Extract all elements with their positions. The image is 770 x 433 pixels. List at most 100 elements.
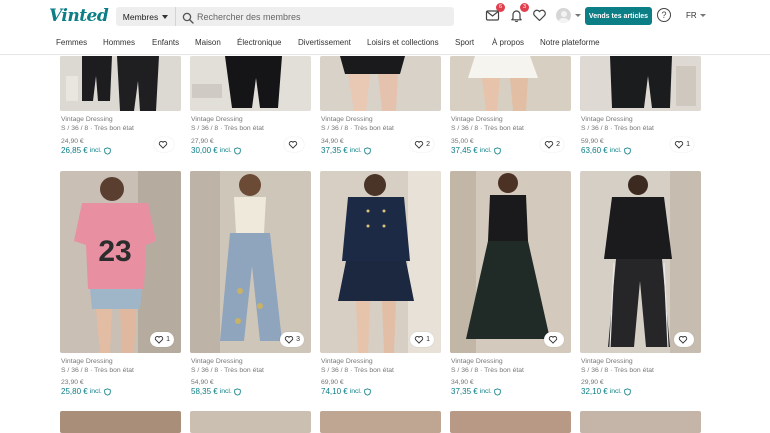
seller-name[interactable]: Vintage Dressing <box>581 116 633 123</box>
item-photo[interactable] <box>60 56 181 111</box>
item-card[interactable] <box>580 411 701 433</box>
total-value: 37,35 € <box>451 387 478 396</box>
item-card[interactable] <box>450 411 571 433</box>
heart-icon <box>154 335 164 344</box>
favorite-button[interactable]: 1 <box>670 137 694 152</box>
item-card[interactable]: 1 Vintage Dressing S / 36 / 8 · Très bon… <box>320 171 441 401</box>
favorite-count: 1 <box>166 336 170 343</box>
help-icon[interactable]: ? <box>657 8 671 22</box>
seller-name[interactable]: Vintage Dressing <box>61 358 113 365</box>
item-photo[interactable] <box>580 411 701 433</box>
avatar-chevron-down-icon[interactable] <box>575 14 581 17</box>
item-photo[interactable] <box>580 56 701 111</box>
total-value: 25,80 € <box>61 387 88 396</box>
seller-name[interactable]: Vintage Dressing <box>321 358 373 365</box>
incl-label: incl. <box>349 147 362 154</box>
nav-item-notre-plateforme[interactable]: Notre plateforme <box>540 38 600 47</box>
item-card[interactable]: 23 1 Vintage Dressing S / 36 / 8 · Très … <box>60 171 181 401</box>
item-card[interactable] <box>320 411 441 433</box>
shield-icon <box>104 146 111 155</box>
heart-icon <box>678 335 688 344</box>
item-photo[interactable] <box>60 411 181 433</box>
item-card[interactable]: Vintage Dressing S / 36 / 8 · Très bon é… <box>190 56 311 158</box>
item-details: S / 36 / 8 · Très bon état <box>581 125 654 132</box>
item-card[interactable]: 2 Vintage Dressing S / 36 / 8 · Très bon… <box>320 56 441 158</box>
search-input[interactable] <box>197 11 437 22</box>
item-photo[interactable] <box>190 171 311 353</box>
item-card[interactable]: 1 Vintage Dressing S / 36 / 8 · Très bon… <box>580 56 701 158</box>
item-price: 34,90 € <box>321 138 344 145</box>
nav-item-electronique[interactable]: Électronique <box>237 38 281 47</box>
favorite-button[interactable] <box>284 137 304 152</box>
incl-label: incl. <box>219 147 232 154</box>
seller-name[interactable]: Vintage Dressing <box>581 358 633 365</box>
item-card[interactable]: Vintage Dressing S / 36 / 8 · Très bon é… <box>580 171 701 401</box>
nav-item-divertissement[interactable]: Divertissement <box>298 38 351 47</box>
seller-name[interactable]: Vintage Dressing <box>321 116 373 123</box>
nav-item-loisirs-et-collections[interactable]: Loisirs et collections <box>367 38 439 47</box>
item-total-price: 37,35 € incl. <box>451 387 501 396</box>
item-price: 34,90 € <box>451 379 474 386</box>
item-photo[interactable] <box>450 171 571 353</box>
user-avatar[interactable] <box>556 8 571 23</box>
item-card[interactable]: 2 Vintage Dressing S / 36 / 8 · Très bon… <box>450 56 571 158</box>
item-card[interactable]: Vintage Dressing S / 36 / 8 · Très bon é… <box>450 171 571 401</box>
item-photo[interactable] <box>450 411 571 433</box>
total-value: 37,35 € <box>321 146 348 155</box>
shield-icon <box>624 146 631 155</box>
item-photo[interactable] <box>320 56 441 111</box>
favorite-count: 2 <box>426 141 430 148</box>
seller-name[interactable]: Vintage Dressing <box>191 358 243 365</box>
nav-item-enfants[interactable]: Enfants <box>152 38 179 47</box>
total-value: 32,10 € <box>581 387 608 396</box>
language-selector[interactable]: FR <box>686 11 706 20</box>
seller-name[interactable]: Vintage Dressing <box>451 358 503 365</box>
incl-label: incl. <box>609 388 622 395</box>
nav-item-a-propos[interactable]: À propos <box>492 38 524 47</box>
item-total-price: 25,80 € incl. <box>61 387 111 396</box>
heart-icon <box>414 140 424 149</box>
favorites-button[interactable] <box>532 8 547 23</box>
favorite-button[interactable]: 3 <box>280 332 304 347</box>
favorite-button[interactable]: 1 <box>150 332 174 347</box>
item-photo[interactable] <box>580 171 701 353</box>
inbox-button[interactable]: 6 <box>485 3 505 23</box>
seller-name[interactable]: Vintage Dressing <box>61 116 113 123</box>
item-card[interactable]: 3 Vintage Dressing S / 36 / 8 · Très bon… <box>190 171 311 401</box>
favorite-button[interactable]: 2 <box>410 137 434 152</box>
item-details: S / 36 / 8 · Très bon état <box>451 125 524 132</box>
heart-icon <box>674 140 684 149</box>
item-details: S / 36 / 8 · Très bon état <box>61 367 134 374</box>
item-card[interactable] <box>60 411 181 433</box>
shield-icon <box>234 146 241 155</box>
category-nav: Femmes Hommes Enfants Maison Électroniqu… <box>0 31 770 55</box>
favorite-button[interactable] <box>544 332 564 347</box>
favorite-button[interactable]: 2 <box>540 137 564 152</box>
favorite-button[interactable] <box>674 332 694 347</box>
item-price: 69,90 € <box>321 379 344 386</box>
item-photo[interactable]: 23 <box>60 171 181 353</box>
item-photo[interactable] <box>320 171 441 353</box>
item-photo[interactable] <box>190 56 311 111</box>
seller-name[interactable]: Vintage Dressing <box>451 116 503 123</box>
search-scope-dropdown[interactable]: Membres <box>116 7 176 26</box>
item-photo[interactable] <box>450 56 571 111</box>
favorite-button[interactable]: 1 <box>410 332 434 347</box>
item-card[interactable]: Vintage Dressing S / 36 / 8 · Très bon é… <box>60 56 181 158</box>
sell-items-button[interactable]: Vends tes articles <box>585 7 652 25</box>
item-total-price: 37,45 € incl. <box>451 146 501 155</box>
notifications-button[interactable]: 3 <box>509 3 529 23</box>
favorite-count: 2 <box>556 141 560 148</box>
nav-item-sport[interactable]: Sport <box>455 38 474 47</box>
favorite-button[interactable] <box>154 137 174 152</box>
vinted-logo[interactable]: Vinted <box>49 6 109 26</box>
incl-label: incl. <box>89 388 102 395</box>
item-photo[interactable] <box>320 411 441 433</box>
seller-name[interactable]: Vintage Dressing <box>191 116 243 123</box>
item-photo[interactable] <box>190 411 311 433</box>
item-card[interactable] <box>190 411 311 433</box>
heart-icon <box>533 9 546 22</box>
nav-item-maison[interactable]: Maison <box>195 38 221 47</box>
nav-item-femmes[interactable]: Femmes <box>56 38 87 47</box>
nav-item-hommes[interactable]: Hommes <box>103 38 135 47</box>
